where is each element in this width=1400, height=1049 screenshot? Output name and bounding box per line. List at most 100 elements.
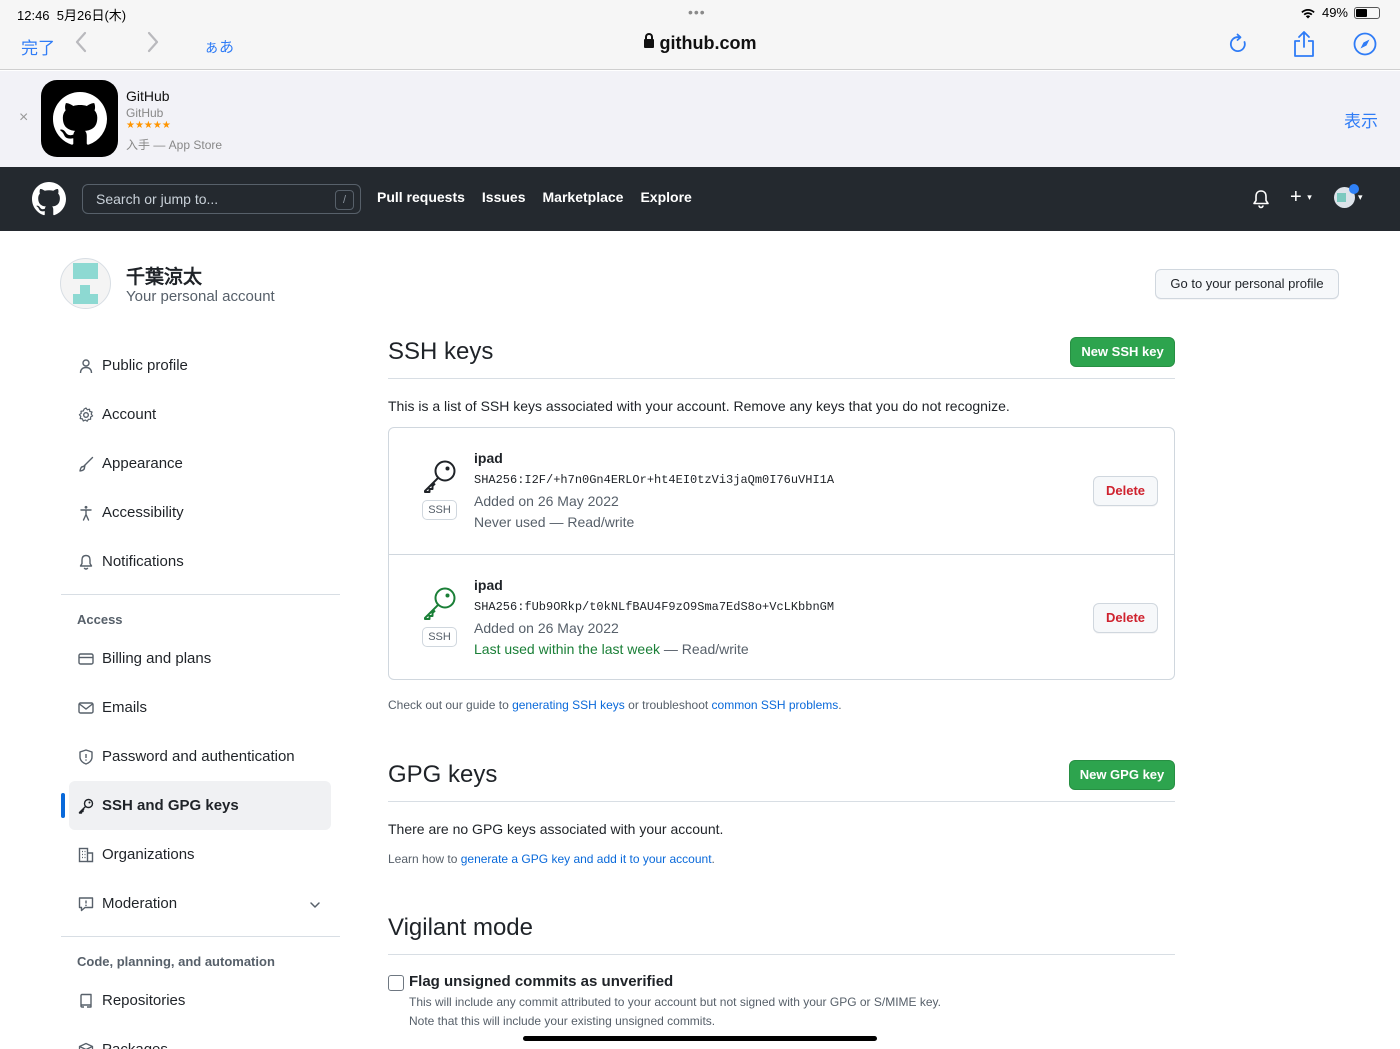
sidebar-item-accessibility[interactable]: Accessibility xyxy=(69,488,331,537)
wifi-icon xyxy=(1301,8,1315,18)
share-icon[interactable] xyxy=(1292,30,1316,58)
search-shortcut-key: / xyxy=(335,190,354,210)
sidebar-divider xyxy=(61,936,340,937)
accessibility-icon xyxy=(77,504,94,521)
unread-indicator xyxy=(1349,184,1359,194)
account-avatar[interactable] xyxy=(60,258,111,309)
account-name: 千葉涼太 xyxy=(126,267,203,288)
sidebar-item-packages[interactable]: Packages xyxy=(69,1025,331,1049)
notifications-bell-icon[interactable] xyxy=(1252,189,1270,209)
sidebar-item-label: Moderation xyxy=(102,895,178,912)
close-icon[interactable]: × xyxy=(19,109,28,127)
vigilant-note: This will include any commit attributed … xyxy=(409,995,942,1009)
key-title: ipad xyxy=(474,450,503,466)
battery-level xyxy=(1356,8,1367,17)
search-input[interactable] xyxy=(83,185,360,213)
flag-unsigned-commits-checkbox[interactable] xyxy=(388,975,404,991)
key-icon xyxy=(424,587,456,620)
sidebar-item-label: Notifications xyxy=(102,553,184,570)
sidebar-item-billing[interactable]: Billing and plans xyxy=(69,634,331,683)
person-icon xyxy=(77,357,94,374)
section-divider xyxy=(388,801,1175,802)
github-header: / Pull requests Issues Marketplace Explo… xyxy=(0,167,1400,231)
address-bar[interactable]: github.com xyxy=(0,33,1400,54)
home-indicator xyxy=(523,1036,877,1041)
banner-store-text: 入手 — App Store xyxy=(126,138,223,152)
credit-card-icon xyxy=(77,650,94,667)
flag-unsigned-commits-label[interactable]: Flag unsigned commits as unverified xyxy=(409,973,673,990)
reload-icon[interactable] xyxy=(1227,33,1249,55)
status-time: 12:46 5月26日(木) xyxy=(17,8,127,23)
nav-issues[interactable]: Issues xyxy=(482,189,526,205)
sidebar-item-appearance[interactable]: Appearance xyxy=(69,439,331,488)
sidebar-item-emails[interactable]: Emails xyxy=(69,683,331,732)
header-nav: Pull requests Issues Marketplace Explore xyxy=(377,189,692,205)
multitasking-dots[interactable]: ••• xyxy=(688,4,706,20)
new-ssh-key-button[interactable]: New SSH key xyxy=(1070,337,1175,367)
package-icon xyxy=(77,1041,94,1049)
list-item: SSH ipad SHA256:fUb9ORkp/t0kNLfBAU4F9zO9… xyxy=(389,554,1174,680)
nav-marketplace[interactable]: Marketplace xyxy=(543,189,624,205)
key-usage: Last used within the last week — Read/wr… xyxy=(474,641,749,657)
create-new-dropdown[interactable]: + ▾ xyxy=(1290,186,1312,209)
delete-key-button[interactable]: Delete xyxy=(1093,603,1158,633)
generate-gpg-key-link[interactable]: generate a GPG key and add it to your ac… xyxy=(461,852,712,866)
ssh-guide-text: Check out our guide to generating SSH ke… xyxy=(388,698,842,712)
plus-icon: + xyxy=(1290,186,1302,208)
sidebar-item-notifications[interactable]: Notifications xyxy=(69,537,331,586)
github-logo-icon[interactable] xyxy=(32,182,66,216)
nav-explore[interactable]: Explore xyxy=(640,189,691,205)
sidebar-item-label: Accessibility xyxy=(102,504,184,521)
go-to-profile-button[interactable]: Go to your personal profile xyxy=(1155,269,1339,299)
key-title: ipad xyxy=(474,577,503,593)
safari-toolbar: 12:46 5月26日(木) ••• 49% 完了 ぁあ github.com xyxy=(0,0,1400,70)
sidebar-item-label: Appearance xyxy=(102,455,183,472)
caret-down-icon: ▾ xyxy=(1358,192,1363,202)
chevron-down-icon[interactable] xyxy=(309,899,321,911)
sidebar-item-label: Repositories xyxy=(102,992,186,1009)
sidebar-item-label: Password and authentication xyxy=(102,748,295,765)
key-added-date: Added on 26 May 2022 xyxy=(474,493,619,509)
key-fingerprint: SHA256:fUb9ORkp/t0kNLfBAU4F9zO9Sma7EdS8o… xyxy=(474,600,835,614)
delete-key-button[interactable]: Delete xyxy=(1093,476,1158,506)
url-text: github.com xyxy=(659,33,757,53)
key-icon xyxy=(424,460,456,493)
sidebar-item-repositories[interactable]: Repositories xyxy=(69,976,331,1025)
section-divider xyxy=(388,378,1175,379)
banner-rating-stars: ★★★★★ xyxy=(126,120,171,131)
generating-ssh-keys-link[interactable]: generating SSH keys xyxy=(512,698,625,712)
ssh-intro-text: This is a list of SSH keys associated wi… xyxy=(388,398,1010,414)
section-divider xyxy=(388,954,1175,955)
sidebar-item-ssh-gpg-keys[interactable]: SSH and GPG keys xyxy=(69,781,331,830)
sidebar-item-label: SSH and GPG keys xyxy=(102,797,239,814)
sidebar-item-account[interactable]: Account xyxy=(69,390,331,439)
common-ssh-problems-link[interactable]: common SSH problems xyxy=(712,698,839,712)
sidebar-heading-access: Access xyxy=(77,612,123,627)
sidebar-item-label: Emails xyxy=(102,699,148,716)
banner-view-button[interactable]: 表示 xyxy=(1344,107,1378,132)
gear-icon xyxy=(77,406,94,423)
key-added-date: Added on 26 May 2022 xyxy=(474,620,619,636)
compass-icon[interactable] xyxy=(1353,32,1377,56)
shield-icon xyxy=(77,748,94,765)
ssh-badge: SSH xyxy=(422,627,457,647)
sidebar-item-organizations[interactable]: Organizations xyxy=(69,830,331,879)
nav-pull-requests[interactable]: Pull requests xyxy=(377,189,465,205)
bell-icon xyxy=(77,553,94,570)
github-app-icon xyxy=(41,80,118,157)
search-box: / xyxy=(82,184,361,214)
ssh-keys-list: SSH ipad SHA256:I2F/+h7n0Gn4ERLOr+ht4EI0… xyxy=(388,427,1175,680)
gpg-empty-text: There are no GPG keys associated with yo… xyxy=(388,821,724,837)
sidebar-item-public-profile[interactable]: Public profile xyxy=(69,341,331,390)
sidebar-divider xyxy=(61,594,340,595)
octocat-icon xyxy=(52,91,107,145)
battery-icon xyxy=(1354,6,1380,19)
new-gpg-key-button[interactable]: New GPG key xyxy=(1069,760,1175,790)
sidebar-item-password-auth[interactable]: Password and authentication xyxy=(69,732,331,781)
banner-developer: GitHub xyxy=(126,106,164,120)
organization-icon xyxy=(77,846,94,863)
sidebar-item-moderation[interactable]: Moderation xyxy=(69,879,331,928)
account-subtitle: Your personal account xyxy=(126,288,275,305)
paintbrush-icon xyxy=(77,455,94,472)
vigilant-mode-title: Vigilant mode xyxy=(388,914,533,941)
